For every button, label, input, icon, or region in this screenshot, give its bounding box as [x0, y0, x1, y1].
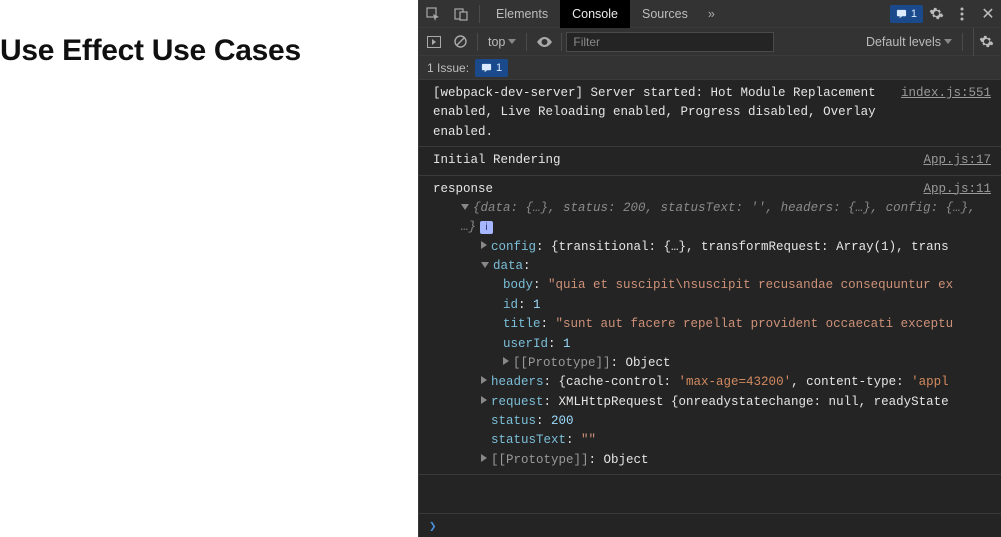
- console-messages: [webpack-dev-server] Server started: Hot…: [419, 80, 1001, 513]
- more-options-icon[interactable]: [949, 0, 975, 28]
- devtools-panel: Elements Console Sources » 1 ✕ top: [418, 0, 1001, 537]
- object-prop[interactable]: statusText: "": [433, 431, 991, 450]
- log-label: response: [433, 180, 913, 199]
- object-prop[interactable]: body: "quia et suscipit\nsuscipit recusa…: [433, 276, 991, 295]
- separator: [561, 33, 562, 51]
- separator: [477, 33, 478, 51]
- settings-icon[interactable]: [923, 0, 949, 28]
- tab-elements[interactable]: Elements: [484, 0, 560, 28]
- log-text: [webpack-dev-server] Server started: Hot…: [433, 84, 891, 142]
- info-badge[interactable]: i: [480, 221, 493, 234]
- log-levels-select[interactable]: Default levels: [860, 35, 958, 49]
- issues-bar-count: 1: [496, 62, 502, 74]
- issues-label: 1 Issue:: [427, 61, 469, 75]
- device-toggle-icon[interactable]: [447, 0, 475, 28]
- separator: [526, 33, 527, 51]
- object-prop[interactable]: headers: {cache-control: 'max-age=43200'…: [433, 373, 991, 392]
- separator: [479, 5, 480, 23]
- expand-icon[interactable]: [503, 357, 509, 365]
- expand-icon[interactable]: [481, 376, 487, 384]
- issues-bar[interactable]: 1 Issue: 1: [419, 56, 1001, 80]
- context-select[interactable]: top: [482, 35, 522, 49]
- close-devtools-icon[interactable]: ✕: [975, 0, 1001, 28]
- prompt-caret: ❯: [429, 518, 437, 533]
- log-source-link[interactable]: App.js:11: [923, 180, 991, 199]
- object-prop[interactable]: [[Prototype]]: Object: [433, 354, 991, 373]
- object-prop[interactable]: title: "sunt aut facere repellat provide…: [433, 315, 991, 334]
- log-row-response[interactable]: response App.js:11 {data: {…}, status: 2…: [419, 176, 1001, 476]
- object-prop[interactable]: id: 1: [433, 296, 991, 315]
- object-prop[interactable]: config: {transitional: {…}, transformReq…: [433, 238, 991, 257]
- issues-chip-count: 1: [911, 8, 917, 20]
- log-row[interactable]: [webpack-dev-server] Server started: Hot…: [419, 80, 1001, 147]
- separator: [962, 33, 963, 51]
- page-title: Use Effect Use Cases: [0, 34, 418, 68]
- inspect-element-icon[interactable]: [419, 0, 447, 28]
- tab-console[interactable]: Console: [560, 0, 630, 28]
- tabs-overflow-icon[interactable]: »: [700, 7, 723, 21]
- object-prop[interactable]: request: XMLHttpRequest {onreadystatecha…: [433, 393, 991, 412]
- chevron-down-icon: [944, 39, 952, 44]
- log-row[interactable]: Initial Rendering App.js:17: [419, 147, 1001, 175]
- chevron-down-icon: [508, 39, 516, 44]
- log-text: Initial Rendering: [433, 151, 913, 170]
- expand-icon[interactable]: [481, 262, 489, 268]
- tab-sources[interactable]: Sources: [630, 0, 700, 28]
- clear-console-icon[interactable]: [447, 28, 473, 56]
- expand-icon[interactable]: [481, 454, 487, 462]
- console-prompt[interactable]: ❯: [419, 513, 1001, 537]
- devtools-tabs: Elements Console Sources » 1 ✕: [419, 0, 1001, 28]
- object-prop[interactable]: [[Prototype]]: Object: [433, 451, 991, 470]
- app-pane: Use Effect Use Cases: [0, 0, 418, 537]
- levels-label: Default levels: [866, 35, 941, 49]
- object-summary[interactable]: {data: {…}, status: 200, statusText: '',…: [433, 199, 991, 238]
- expand-icon[interactable]: [461, 204, 469, 210]
- sidebar-toggle-icon[interactable]: [421, 28, 447, 56]
- log-source-link[interactable]: index.js:551: [901, 84, 991, 142]
- expand-icon[interactable]: [481, 241, 487, 249]
- object-prop[interactable]: userId: 1: [433, 335, 991, 354]
- object-prop[interactable]: status: 200: [433, 412, 991, 431]
- context-label: top: [488, 35, 505, 49]
- object-prop[interactable]: data:: [433, 257, 991, 276]
- log-source-link[interactable]: App.js:17: [923, 151, 991, 170]
- filter-input[interactable]: [566, 32, 774, 52]
- expand-icon[interactable]: [481, 396, 487, 404]
- console-toolbar: top Default levels: [419, 28, 1001, 56]
- console-settings-icon[interactable]: [973, 28, 999, 56]
- issues-bar-chip[interactable]: 1: [475, 59, 508, 77]
- issues-chip[interactable]: 1: [890, 5, 923, 23]
- live-expression-icon[interactable]: [531, 28, 557, 56]
